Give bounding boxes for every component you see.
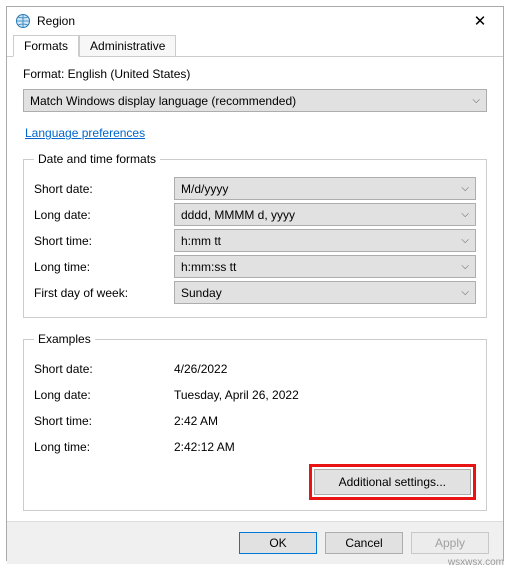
tab-strip: Formats Administrative bbox=[7, 33, 503, 57]
short-time-label: Short time: bbox=[34, 234, 174, 248]
close-button[interactable]: ✕ bbox=[465, 14, 495, 29]
chevron-down-icon: ⌵ bbox=[461, 183, 469, 194]
short-date-dropdown[interactable]: M/d/yyyy ⌵ bbox=[174, 177, 476, 200]
format-label: Format: English (United States) bbox=[23, 67, 487, 81]
language-preferences-link[interactable]: Language preferences bbox=[25, 126, 145, 140]
format-dropdown[interactable]: Match Windows display language (recommen… bbox=[23, 89, 487, 112]
long-time-dropdown[interactable]: h:mm:ss tt ⌵ bbox=[174, 255, 476, 278]
first-day-dropdown[interactable]: Sunday ⌵ bbox=[174, 281, 476, 304]
chevron-down-icon: ⌵ bbox=[472, 95, 480, 106]
first-day-label: First day of week: bbox=[34, 286, 174, 300]
apply-button[interactable]: Apply bbox=[411, 532, 489, 554]
date-time-formats-group: Date and time formats Short date: M/d/yy… bbox=[23, 152, 487, 318]
formats-panel: Format: English (United States) Match Wi… bbox=[7, 57, 503, 521]
examples-legend: Examples bbox=[34, 332, 95, 346]
ex-long-date-value: Tuesday, April 26, 2022 bbox=[174, 388, 476, 402]
long-date-dropdown[interactable]: dddd, MMMM d, yyyy ⌵ bbox=[174, 203, 476, 226]
dialog-button-bar: OK Cancel Apply bbox=[7, 521, 503, 564]
tab-formats[interactable]: Formats bbox=[13, 35, 79, 57]
long-time-label: Long time: bbox=[34, 260, 174, 274]
short-date-value: M/d/yyyy bbox=[181, 182, 228, 196]
ex-short-date-label: Short date: bbox=[34, 362, 174, 376]
watermark: wsxwsx.com bbox=[448, 557, 504, 568]
ex-short-time-value: 2:42 AM bbox=[174, 414, 476, 428]
ex-long-time-value: 2:42:12 AM bbox=[174, 440, 476, 454]
chevron-down-icon: ⌵ bbox=[461, 261, 469, 272]
first-day-value: Sunday bbox=[181, 286, 222, 300]
ex-short-date-value: 4/26/2022 bbox=[174, 362, 476, 376]
cancel-button[interactable]: Cancel bbox=[325, 532, 403, 554]
region-dialog: Region ✕ Formats Administrative Format: … bbox=[6, 6, 504, 561]
examples-group: Examples Short date: 4/26/2022 Long date… bbox=[23, 332, 487, 511]
long-time-value: h:mm:ss tt bbox=[181, 260, 236, 274]
long-date-value: dddd, MMMM d, yyyy bbox=[181, 208, 295, 222]
additional-settings-button[interactable]: Additional settings... bbox=[314, 469, 471, 495]
globe-icon bbox=[15, 13, 31, 29]
ex-short-time-label: Short time: bbox=[34, 414, 174, 428]
format-dropdown-value: Match Windows display language (recommen… bbox=[30, 94, 296, 108]
tab-administrative[interactable]: Administrative bbox=[79, 35, 176, 56]
long-date-label: Long date: bbox=[34, 208, 174, 222]
date-time-formats-legend: Date and time formats bbox=[34, 152, 160, 166]
short-time-dropdown[interactable]: h:mm tt ⌵ bbox=[174, 229, 476, 252]
chevron-down-icon: ⌵ bbox=[461, 287, 469, 298]
ok-button[interactable]: OK bbox=[239, 532, 317, 554]
additional-settings-highlight: Additional settings... bbox=[309, 464, 476, 500]
short-date-label: Short date: bbox=[34, 182, 174, 196]
chevron-down-icon: ⌵ bbox=[461, 235, 469, 246]
window-title: Region bbox=[37, 14, 459, 28]
short-time-value: h:mm tt bbox=[181, 234, 221, 248]
chevron-down-icon: ⌵ bbox=[461, 209, 469, 220]
ex-long-date-label: Long date: bbox=[34, 388, 174, 402]
titlebar: Region ✕ bbox=[7, 7, 503, 33]
ex-long-time-label: Long time: bbox=[34, 440, 174, 454]
